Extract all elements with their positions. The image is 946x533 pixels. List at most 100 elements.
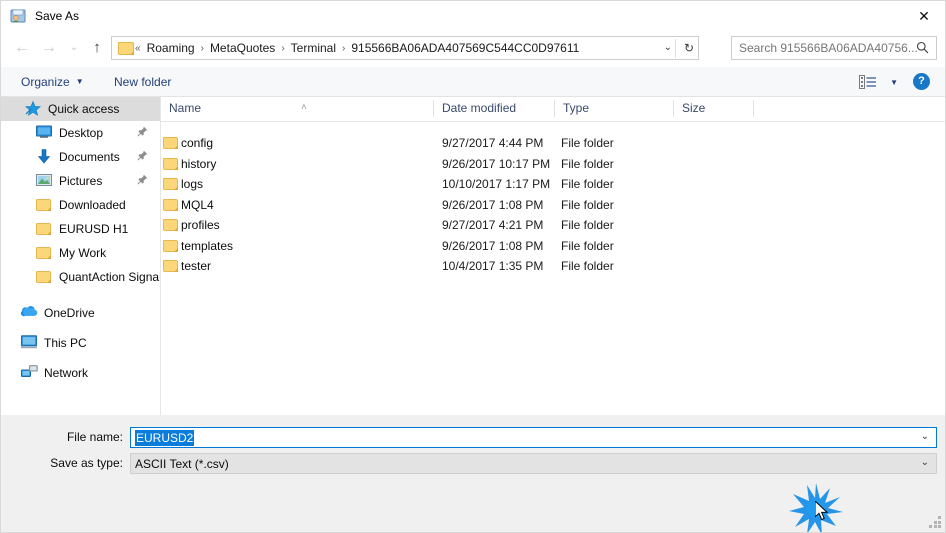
sidebar-item-desktop[interactable]: Desktop (1, 121, 160, 145)
chevron-down-icon: ▼ (75, 77, 84, 86)
chevron-down-icon[interactable]: ⌄ (664, 42, 672, 53)
help-icon[interactable]: ? (913, 73, 930, 90)
forward-icon[interactable]: → (38, 35, 60, 61)
type-cell: File folder (561, 156, 614, 171)
table-row[interactable]: history 9/26/2017 10:17 PM File folder (161, 154, 945, 175)
folder-icon (163, 239, 178, 252)
date-modified-cell: 9/26/2017 1:08 PM (442, 197, 544, 212)
refresh-icon[interactable]: ↻ (684, 41, 694, 55)
date-modified-cell: 9/27/2017 4:21 PM (442, 218, 544, 232)
date-modified-cell: 10/10/2017 1:17 PM (442, 177, 551, 191)
column-header-date-modified[interactable]: Date modified (434, 97, 555, 120)
column-header-name[interactable]: Name ˄ (161, 97, 434, 120)
table-row[interactable]: MQL4 9/26/2017 1:08 PM File folder (161, 195, 945, 216)
save-as-type-label: Save as type: (50, 456, 123, 470)
file-name-cell: profiles (181, 218, 220, 232)
organize-label: Organize (21, 74, 70, 89)
folder-icon (163, 219, 178, 231)
view-mode-icon[interactable] (859, 75, 877, 89)
view-mode-chevron-down-icon[interactable]: ▼ (890, 78, 898, 87)
sidebar-item-label: Documents (59, 150, 120, 164)
type-cell: File folder (561, 136, 614, 150)
column-header-type-label: Type (563, 101, 590, 115)
back-icon[interactable]: ← (11, 35, 33, 61)
sidebar-item-onedrive[interactable]: OneDrive (1, 301, 160, 325)
folder-icon (118, 41, 134, 55)
breadcrumb-metaquotes[interactable]: MetaQuotes (205, 41, 280, 55)
date-modified-cell: 9/26/2017 10:17 PM (442, 156, 551, 171)
file-name-cell: config (181, 136, 214, 150)
date-modified-cell: 9/26/2017 1:08 PM (442, 238, 544, 253)
column-header-date-label: Date modified (442, 101, 517, 115)
onedrive-icon (20, 305, 38, 321)
pin-icon[interactable] (137, 126, 148, 140)
chevron-down-icon[interactable]: ⌄ (921, 431, 929, 442)
save-as-type-select[interactable]: ASCII Text (*.csv) ⌄ (130, 453, 937, 474)
recent-locations-icon[interactable]: ⌄ (63, 35, 85, 61)
sidebar-item-label: My Work (59, 246, 107, 260)
search-icon (916, 41, 929, 57)
sidebar-item-eurusd-h1[interactable]: EURUSD H1 (1, 217, 160, 241)
table-row[interactable]: logs 10/10/2017 1:17 PM File folder (161, 174, 945, 195)
file-name-cell: templates (181, 238, 234, 253)
up-icon[interactable]: ↑ (86, 35, 108, 61)
new-folder-label: New folder (114, 74, 172, 89)
pin-icon[interactable] (137, 174, 148, 188)
desktop-icon (36, 125, 53, 141)
folder-icon (163, 198, 178, 211)
pictures-icon (36, 173, 53, 189)
sidebar-item-label: EURUSD H1 (59, 222, 129, 236)
folder-icon (36, 269, 53, 285)
file-name-cell: MQL4 (181, 197, 214, 212)
file-name-cell: history (181, 156, 217, 171)
breadcrumb-terminal[interactable]: Terminal (286, 41, 341, 55)
sidebar-item-label: This PC (44, 336, 87, 350)
column-divider[interactable] (753, 100, 754, 117)
organize-button[interactable]: Organize ▼ (13, 67, 92, 96)
column-header-row: Name ˄ Date modified Type Size (161, 97, 945, 122)
sidebar-item-documents[interactable]: Documents (1, 145, 160, 169)
column-header-size[interactable]: Size (674, 97, 754, 120)
folder-icon (36, 197, 53, 213)
close-button[interactable]: ✕ (901, 1, 945, 31)
search-input[interactable]: Search 915566BA06ADA40756... (731, 36, 937, 60)
sidebar-item-label: OneDrive (44, 306, 95, 320)
address-bar[interactable]: « Roaming › MetaQuotes › Terminal › 9155… (111, 36, 699, 60)
sidebar-item-label: Pictures (59, 174, 103, 188)
sidebar-item-quick-access[interactable]: Quick access (1, 97, 160, 121)
resize-grip[interactable] (929, 516, 942, 529)
command-toolbar: Organize ▼ New folder ▼ ? (1, 67, 945, 97)
new-folder-button[interactable]: New folder (106, 67, 179, 96)
date-modified-cell: 10/4/2017 1:35 PM (442, 259, 544, 273)
file-name-input[interactable]: EURUSD2 ⌄ (130, 427, 937, 448)
save-as-icon (10, 8, 26, 24)
folder-icon (163, 157, 178, 170)
sidebar-item-downloaded[interactable]: Downloaded (1, 193, 160, 217)
sidebar-item-network[interactable]: Network (1, 361, 160, 385)
search-placeholder: Search 915566BA06ADA40756... (739, 41, 918, 55)
sidebar-item-my-work[interactable]: My Work (1, 241, 160, 265)
table-row[interactable]: tester 10/4/2017 1:35 PM File folder (161, 256, 945, 277)
file-name-value: EURUSD2 (135, 429, 195, 446)
column-header-size-label: Size (682, 101, 706, 115)
chevron-down-icon[interactable]: ⌄ (921, 457, 929, 468)
breadcrumb-terminal-id[interactable]: 915566BA06ADA407569C544CC0D97611 (346, 41, 584, 55)
sidebar-item-this-pc[interactable]: This PC (1, 331, 160, 355)
save-form: File name: EURUSD2 ⌄ Save as type: ASCII… (1, 415, 945, 532)
sidebar-item-label: Quick access (48, 102, 120, 116)
sidebar-item-pictures[interactable]: Pictures (1, 169, 160, 193)
type-cell: File folder (561, 238, 614, 253)
breadcrumb-roaming[interactable]: Roaming (142, 41, 200, 55)
type-cell: File folder (561, 177, 614, 191)
table-row[interactable]: profiles 9/27/2017 4:21 PM File folder (161, 215, 945, 236)
breadcrumb-leading: « (135, 42, 141, 54)
table-row[interactable]: config 9/27/2017 4:44 PM File folder (161, 133, 945, 154)
pin-icon[interactable] (137, 150, 148, 164)
column-header-type[interactable]: Type (555, 97, 674, 120)
sidebar-item-label: QuantAction Signal (59, 270, 160, 284)
sidebar-item-quantaction-signal[interactable]: QuantAction Signal (1, 265, 160, 289)
this-pc-icon (21, 335, 38, 351)
folder-icon (163, 260, 178, 272)
table-row[interactable]: templates 9/26/2017 1:08 PM File folder (161, 236, 945, 257)
type-cell: File folder (561, 197, 614, 212)
